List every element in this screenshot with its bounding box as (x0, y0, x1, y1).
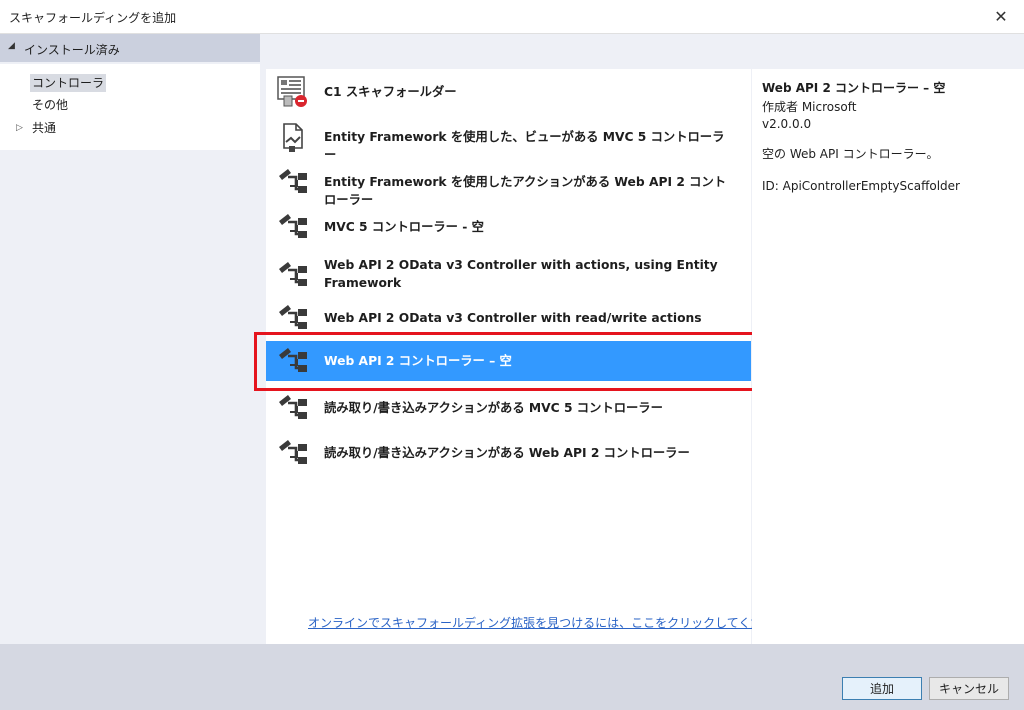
add-button[interactable]: 追加 (842, 677, 922, 700)
tree-item-controller[interactable]: コントローラ (30, 74, 107, 92)
details-panel: Web API 2 コントローラー – 空 作成者 Microsoft v2.0… (752, 69, 1024, 644)
category-panel: ◢ インストール済み コントローラ その他 ▷ 共通 (0, 34, 262, 644)
window-title: スキャフォールディングを追加 (9, 11, 177, 25)
details-id: ID: ApiControllerEmptyScaffolder (762, 179, 960, 193)
controller-icon (279, 262, 307, 286)
tree-header-installed[interactable]: ◢ インストール済み (0, 34, 260, 62)
list-item[interactable]: C1 スキャフォールダー (266, 74, 751, 110)
list-item[interactable]: 読み取り/書き込みアクションがある MVC 5 コントローラー (266, 390, 751, 426)
tree-header-label: インストール済み (24, 43, 120, 57)
list-item[interactable]: Web API 2 OData v3 Controller with actio… (266, 254, 751, 296)
controller-icon (279, 440, 307, 464)
category-tree: コントローラ その他 ▷ 共通 (0, 64, 260, 150)
list-item-selected[interactable]: Web API 2 コントローラー – 空 (266, 341, 751, 381)
item-label: 読み取り/書き込みアクションがある Web API 2 コントローラー (324, 446, 690, 460)
item-label: Web API 2 コントローラー – 空 (324, 354, 512, 368)
item-label: 読み取り/書き込みアクションがある MVC 5 コントローラー (324, 401, 663, 415)
item-label: Entity Framework を使用した、ビューがある MVC 5 コントロ… (324, 130, 725, 162)
close-button[interactable]: ✕ (978, 0, 1024, 32)
tree-item-common[interactable]: 共通 (30, 119, 58, 137)
item-label: MVC 5 コントローラー - 空 (324, 220, 484, 234)
tree-item-other[interactable]: その他 (30, 96, 70, 114)
details-author: 作成者 Microsoft (762, 100, 857, 114)
item-label: C1 スキャフォールダー (324, 85, 457, 99)
item-label: Entity Framework を使用したアクションがある Web API 2… (324, 175, 727, 207)
cancel-button[interactable]: キャンセル (929, 677, 1009, 700)
collapse-arrow-icon[interactable]: ◢ (8, 41, 15, 51)
close-icon: ✕ (994, 6, 1008, 26)
title-bar: スキャフォールディングを追加 ✕ (0, 0, 1024, 34)
list-item[interactable]: Entity Framework を使用したアクションがある Web API 2… (266, 164, 751, 207)
controller-icon (279, 348, 307, 372)
scaffolder-list: C1 スキャフォールダー Entity Framework を使用した、ビューが… (266, 69, 798, 644)
list-item[interactable]: Entity Framework を使用した、ビューがある MVC 5 コントロ… (266, 119, 751, 162)
list-item[interactable]: 読み取り/書き込みアクションがある Web API 2 コントローラー (266, 435, 751, 471)
details-description: 空の Web API コントローラー。 (762, 147, 939, 161)
mvc-view-icon (283, 123, 303, 152)
controller-icon (279, 305, 307, 329)
list-item[interactable]: MVC 5 コントローラー - 空 (266, 209, 751, 245)
expand-arrow-icon[interactable]: ▷ (16, 119, 23, 137)
details-version: v2.0.0.0 (762, 117, 812, 131)
controller-icon (279, 214, 307, 238)
item-label: Web API 2 OData v3 Controller with actio… (324, 258, 718, 290)
online-scaffolder-link[interactable]: オンラインでスキャフォールディング拡張を見つけるには、ここをクリックしてください… (308, 614, 798, 631)
list-item[interactable]: Web API 2 OData v3 Controller with read/… (266, 300, 751, 336)
controller-icon (279, 169, 307, 193)
details-title: Web API 2 コントローラー – 空 (762, 81, 946, 95)
c1-scaffolder-icon (277, 76, 307, 107)
controller-icon (279, 395, 307, 419)
item-label: Web API 2 OData v3 Controller with read/… (324, 311, 702, 325)
